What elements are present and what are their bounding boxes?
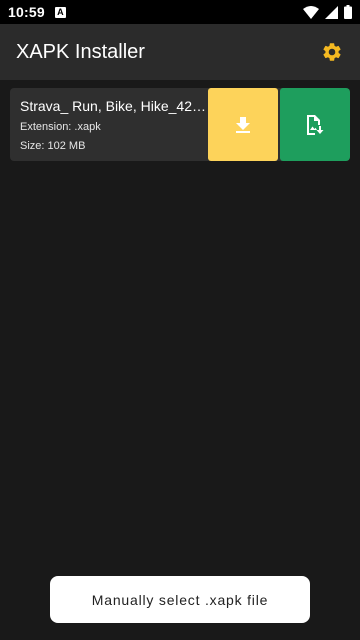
status-icons [303,5,352,19]
file-card[interactable]: Strava_ Run, Bike, Hike_421... Extension… [10,88,350,161]
file-info: Strava_ Run, Bike, Hike_421... Extension… [20,98,208,153]
file-name: Strava_ Run, Bike, Hike_421... [20,98,208,114]
wifi-icon [303,5,319,19]
file-image-download-icon [307,114,324,135]
app-bar: XAPK Installer [0,24,360,80]
status-bar: 10:59 A [0,0,360,24]
status-time: 10:59 [8,4,45,20]
gear-icon [323,43,341,61]
install-button[interactable] [208,88,278,161]
a-notification-icon: A [54,6,66,18]
file-extension: Extension: .xapk [20,121,101,133]
file-size: Size: 102 MB [20,140,86,152]
signal-icon [325,5,338,19]
select-file-button[interactable] [280,88,350,161]
manual-select-button[interactable]: Manually select .xapk file [50,576,310,623]
app-title: XAPK Installer [16,40,145,63]
battery-icon [344,5,352,19]
download-icon [236,116,250,133]
settings-button[interactable] [320,40,344,64]
